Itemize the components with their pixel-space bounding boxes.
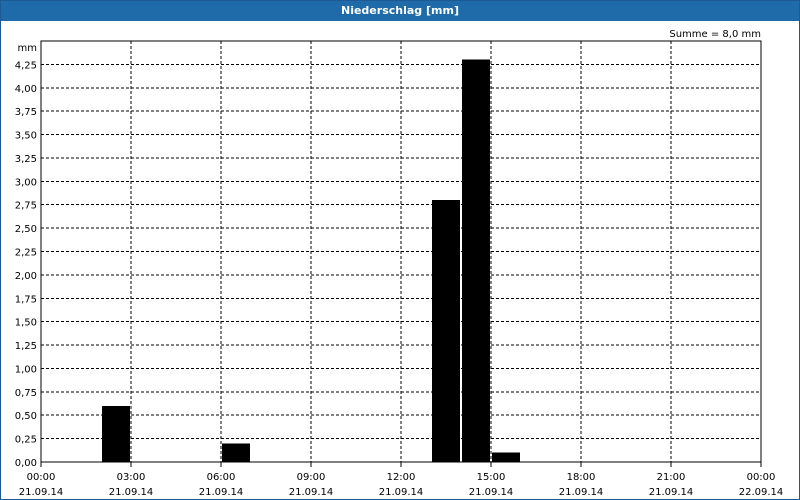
x-tick-date: 22.09.14 xyxy=(739,487,784,498)
y-tick-label: 3,00 xyxy=(15,177,37,188)
y-tick-label: 3,25 xyxy=(15,154,37,165)
y-tick-label: 1,00 xyxy=(15,364,37,375)
precipitation-bar xyxy=(461,59,491,462)
x-tick-time: 06:00 xyxy=(207,472,236,483)
x-tick-time: 21:00 xyxy=(657,472,686,483)
precipitation-bar xyxy=(101,405,131,462)
x-tick-date: 21.09.14 xyxy=(469,487,514,498)
y-tick-label: 1,50 xyxy=(15,318,37,329)
chart-title: Niederschlag [mm] xyxy=(1,1,799,21)
y-tick-label: 4,00 xyxy=(15,84,37,95)
y-tick-label: 0,25 xyxy=(15,435,37,446)
y-tick-label: 2,00 xyxy=(15,271,37,282)
x-tick-time: 00:00 xyxy=(27,472,56,483)
x-tick-time: 00:00 xyxy=(747,472,776,483)
y-tick-label: 0,00 xyxy=(15,458,37,469)
chart-window: Niederschlag [mm] 0,00 0,25 0,50 0,75 1,00 1,… xyxy=(0,0,800,500)
x-tick-date: 21.09.14 xyxy=(19,487,64,498)
y-tick-label: 2,75 xyxy=(15,201,37,212)
y-tick-label: 2,25 xyxy=(15,248,37,259)
y-tick-label: 0,50 xyxy=(15,411,37,422)
precipitation-chart: 0,00 0,25 0,50 0,75 1,00 1,25 1,50 1,75 2,00 2,25… xyxy=(15,29,784,498)
x-tick-date: 21.09.14 xyxy=(289,487,334,498)
x-tick-time: 03:00 xyxy=(117,472,146,483)
y-tick-label: 3,75 xyxy=(15,107,37,118)
x-tick-time: 09:00 xyxy=(297,472,326,483)
y-tick-label: 2,50 xyxy=(15,224,37,235)
precipitation-bar xyxy=(221,443,251,462)
x-tick-date: 21.09.14 xyxy=(649,487,694,498)
y-tick-label: 1,75 xyxy=(15,294,37,305)
y-tick-label: 1,25 xyxy=(15,341,37,352)
y-axis-label: mm xyxy=(18,43,37,54)
y-tick-label: 0,75 xyxy=(15,388,37,399)
x-tick-date: 21.09.14 xyxy=(559,487,604,498)
y-tick-label: 4,25 xyxy=(15,60,37,71)
x-tick-time: 12:00 xyxy=(387,472,416,483)
precipitation-bar xyxy=(431,200,461,463)
x-tick-date: 21.09.14 xyxy=(199,487,244,498)
precipitation-bar xyxy=(491,452,521,462)
x-tick-time: 15:00 xyxy=(477,472,506,483)
x-tick-date: 21.09.14 xyxy=(379,487,424,498)
sum-annotation: Summe = 8,0 mm xyxy=(669,29,761,40)
y-tick-label: 3,50 xyxy=(15,131,37,142)
x-tick-time: 18:00 xyxy=(567,472,596,483)
x-tick-date: 21.09.14 xyxy=(109,487,154,498)
